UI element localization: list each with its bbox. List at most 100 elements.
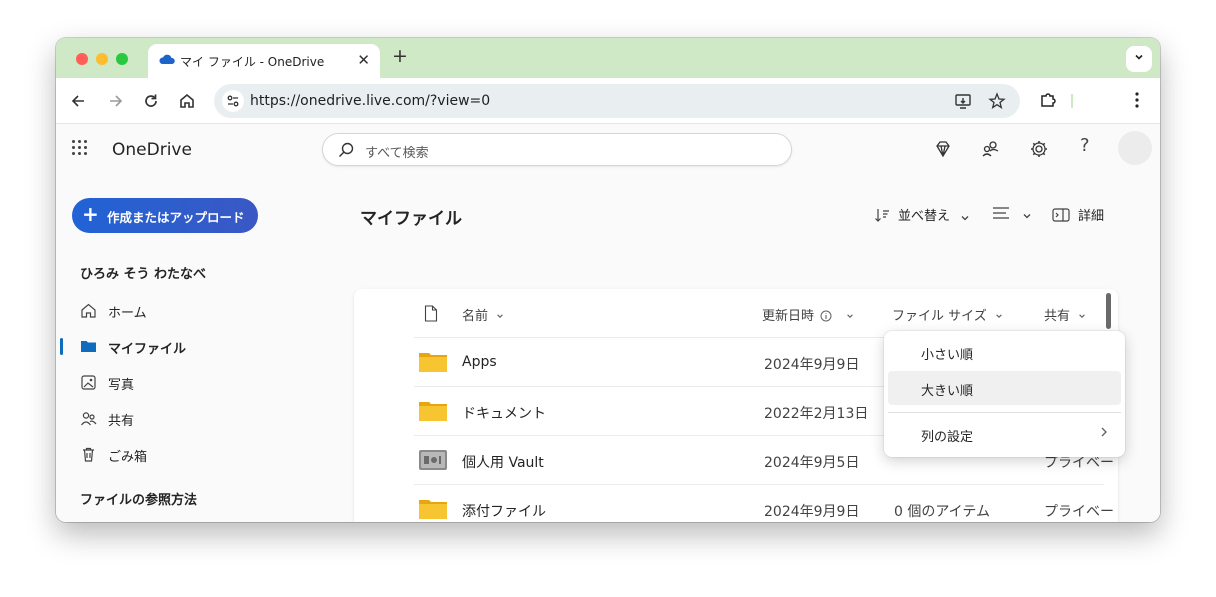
folder-icon [419,500,447,519]
browse-section-title: ファイルの参照方法 [80,493,198,508]
tab-title: マイ ファイル - OneDrive [180,55,325,69]
chevron-down-icon [996,314,1002,318]
brand-title[interactable]: OneDrive [112,140,192,160]
premium-diamond-icon[interactable] [932,138,954,160]
sidebar-item-label: ホーム [108,306,147,321]
search-input[interactable]: すべて検索 [322,133,792,166]
tab-search-chevron-icon[interactable] [1126,46,1152,72]
back-arrow-icon[interactable] [68,90,90,112]
row-modified: 2024年9月9日 [764,357,860,373]
reload-icon[interactable] [140,90,162,112]
column-header-label: 名前 [462,309,489,324]
avatar[interactable] [1118,131,1152,165]
search-placeholder: すべて検索 [365,146,429,161]
sidebar-item-label: マイファイル [108,342,187,357]
column-header-name[interactable]: 名前 [462,305,504,324]
onedrive-page: OneDrive すべて検索 ? + 作成またはアップロード ひろみ そう わた… [56,124,1160,522]
install-app-icon[interactable] [954,92,972,110]
info-icon [820,310,832,322]
sort-menu: 小さい順 大きい順 列の設定 [884,331,1125,457]
sort-button[interactable]: 並べ替え [874,205,970,224]
folder-icon [419,353,447,372]
column-header-modified[interactable]: 更新日時 [762,305,854,324]
active-indicator [60,338,63,355]
search-icon [339,142,354,157]
row-name: 添付ファイル [462,504,546,520]
bookmark-star-icon[interactable] [988,92,1006,110]
address-bar[interactable]: https://onedrive.live.com/?view=0 [214,84,1020,118]
details-pane-icon [1052,208,1070,222]
trash-icon [83,447,94,462]
more-menu-icon[interactable] [1128,90,1146,110]
sidebar-item-my-files[interactable]: マイファイル [56,331,296,361]
row-name: Apps [462,354,497,370]
column-header-size[interactable]: ファイル サイズ [892,305,1003,324]
row-name: 個人用 Vault [462,455,544,471]
settings-gear-icon[interactable] [1028,138,1050,160]
app-launcher-icon[interactable] [72,140,88,156]
vertical-scrollbar[interactable] [1106,293,1111,329]
menu-item-column-settings[interactable]: 列の設定 [888,417,1121,451]
maximize-window-button[interactable] [116,53,128,65]
sidebar-item-home[interactable]: ホーム [56,295,296,325]
file-type-icon [424,305,438,322]
sidebar-item-label: ごみ箱 [108,450,148,465]
tab-close-icon[interactable]: ✕ [357,51,370,69]
row-size: 0 個のアイテム [894,504,990,520]
sidebar-item-photos[interactable]: 写真 [56,367,296,397]
table-row[interactable]: 添付ファイル 2024年9月9日 0 個のアイテム プライベー [414,485,1114,522]
details-pane-button[interactable]: 詳細 [1052,205,1104,224]
tab-strip: マイ ファイル - OneDrive ✕ + [56,38,1160,78]
sidebar-item-recycle-bin[interactable]: ごみ箱 [56,439,296,469]
sidebar-item-label: 写真 [108,378,135,393]
new-tab-button[interactable]: + [392,45,408,67]
minimize-window-button[interactable] [96,53,108,65]
sort-icon [875,209,889,222]
user-name: ひろみ そう わたなべ [80,267,207,282]
menu-item-label: 大きい順 [921,384,974,399]
chevron-right-icon [1101,427,1107,437]
onedrive-cloud-icon [159,54,175,64]
column-header-label: 更新日時 [762,309,815,324]
home-icon[interactable] [176,90,198,112]
sidebar-item-shared[interactable]: 共有 [56,403,296,433]
help-icon[interactable]: ? [1080,135,1102,157]
column-header-label: ファイル サイズ [892,309,987,324]
create-upload-button[interactable]: + 作成またはアップロード [72,198,258,233]
site-info-icon[interactable] [222,90,244,112]
browser-window: マイ ファイル - OneDrive ✕ + https://onedrive.… [56,38,1160,522]
vault-icon [419,450,447,470]
list-view-icon [993,207,1009,219]
people-share-icon[interactable] [980,138,1002,160]
toolbar-divider [1071,94,1073,108]
details-label: 詳細 [1078,209,1105,224]
create-upload-label: 作成またはアップロード [107,210,245,225]
chevron-down-icon [1023,214,1031,219]
view-options-button[interactable] [992,205,1032,222]
chevron-down-icon [961,216,969,221]
menu-item-smallest-first[interactable]: 小さい順 [888,335,1121,369]
browser-tab[interactable]: マイ ファイル - OneDrive ✕ [148,44,380,78]
close-window-button[interactable] [76,53,88,65]
menu-divider [888,412,1121,413]
row-modified: 2024年9月9日 [764,504,860,520]
browser-toolbar: https://onedrive.live.com/?view=0 [56,78,1160,124]
plus-icon: + [82,202,99,226]
folder-icon [81,341,96,352]
extensions-puzzle-icon[interactable] [1038,90,1058,110]
url-text: https://onedrive.live.com/?view=0 [250,93,491,109]
people-icon [81,412,97,426]
chevron-down-icon [1079,314,1085,318]
home-icon [81,303,96,318]
photo-icon [81,375,96,390]
sidebar-item-label: 共有 [108,414,135,429]
row-sharing: プライベー [1044,504,1114,520]
row-modified: 2022年2月13日 [764,406,869,422]
menu-item-largest-first[interactable]: 大きい順 [888,371,1121,405]
page-title: マイファイル [360,209,462,229]
row-name: ドキュメント [462,406,546,422]
sort-label: 並べ替え [898,209,951,224]
column-header-sharing[interactable]: 共有 [1044,305,1086,324]
chevron-down-icon [497,314,503,318]
forward-arrow-icon[interactable] [104,90,126,112]
